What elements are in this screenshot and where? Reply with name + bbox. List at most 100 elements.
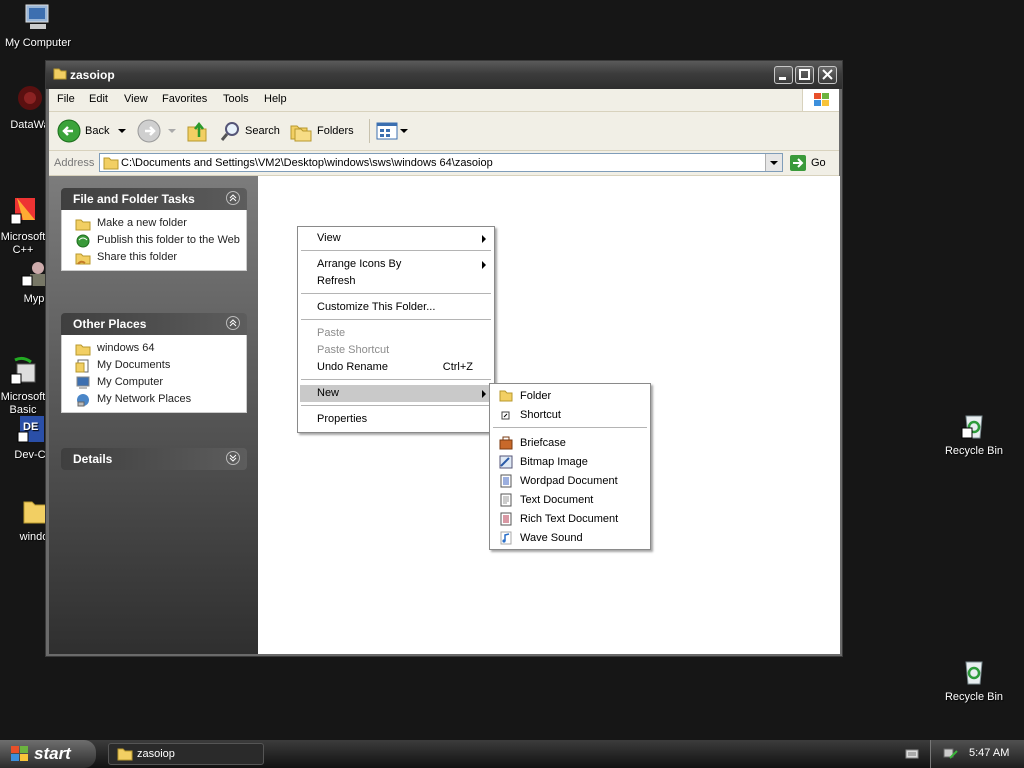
place-label: windows 64 xyxy=(97,342,155,354)
views-button[interactable] xyxy=(375,119,409,143)
minimize-icon xyxy=(779,77,786,80)
new-wordpad-item[interactable]: Wordpad Document xyxy=(492,472,648,490)
go-arrow-icon xyxy=(790,155,806,171)
panel-title: Details xyxy=(73,452,113,466)
place-windows-64[interactable]: windows 64 xyxy=(62,340,246,357)
place-my-documents[interactable]: My Documents xyxy=(62,357,246,374)
chevron-down-icon[interactable] xyxy=(399,127,409,135)
menu-file[interactable]: File xyxy=(57,93,75,105)
chevron-up-icon[interactable] xyxy=(226,316,240,330)
briefcase-icon xyxy=(499,436,513,450)
folders-icon xyxy=(290,125,312,142)
ctx-view[interactable]: View xyxy=(300,230,492,247)
address-dropdown-button[interactable] xyxy=(765,154,782,171)
ctx-label: Customize This Folder... xyxy=(317,301,436,313)
submenu-arrow-icon xyxy=(482,261,486,269)
folders-button[interactable]: Folders xyxy=(289,119,354,143)
context-menu: View Arrange Icons By Refresh Customize … xyxy=(297,226,495,433)
svg-text:DE: DE xyxy=(23,421,38,433)
chevron-down-icon[interactable] xyxy=(226,451,240,465)
search-label: Search xyxy=(245,125,280,137)
clock[interactable]: 5:47 AM xyxy=(969,747,1009,759)
ctx-arrange-icons[interactable]: Arrange Icons By xyxy=(300,256,492,273)
system-tray: 5:47 AM xyxy=(930,740,1024,768)
wordpad-document-icon xyxy=(500,474,512,488)
views-icon xyxy=(376,122,398,140)
new-text-item[interactable]: Text Document xyxy=(492,491,648,509)
panel-header[interactable]: Details xyxy=(61,448,247,470)
details-panel: Details xyxy=(61,448,247,470)
panel-header[interactable]: Other Places xyxy=(61,313,247,335)
title-bar[interactable]: zasoiop xyxy=(46,61,842,89)
back-label: Back xyxy=(85,125,110,137)
place-my-computer[interactable]: My Computer xyxy=(62,374,246,391)
panel-header[interactable]: File and Folder Tasks xyxy=(61,188,247,210)
new-folder-item[interactable]: Folder xyxy=(492,387,648,405)
maximize-button[interactable] xyxy=(795,66,814,84)
back-button[interactable]: Back xyxy=(57,119,129,143)
task-share-folder[interactable]: Share this folder xyxy=(62,249,246,266)
task-make-new-folder[interactable]: Make a new folder xyxy=(62,215,246,232)
chevron-down-icon xyxy=(770,161,778,165)
new-folder-icon xyxy=(75,219,91,231)
start-button[interactable]: start xyxy=(0,740,96,768)
menu-tools[interactable]: Tools xyxy=(223,93,249,105)
chevron-up-icon[interactable] xyxy=(226,191,240,205)
submenu-label: Folder xyxy=(520,390,552,402)
network-tray-icon[interactable] xyxy=(943,746,959,762)
new-shortcut-item[interactable]: Shortcut xyxy=(492,406,648,424)
menu-bar: File Edit View Favorites Tools Help xyxy=(49,89,839,112)
taskbar-item-zasoiop[interactable]: zasoiop xyxy=(108,743,264,765)
recycle-bin-icon xyxy=(958,656,990,688)
address-input[interactable]: C:\Documents and Settings\VM2\Desktop\wi… xyxy=(99,153,783,172)
ctx-properties[interactable]: Properties xyxy=(300,411,492,428)
desktop-icon-label: Recycle Bin xyxy=(944,445,1004,457)
up-folder-button[interactable] xyxy=(185,119,209,143)
new-wave-item[interactable]: Wave Sound xyxy=(492,529,648,547)
ctx-label: Paste xyxy=(317,327,346,339)
ctx-label: Paste Shortcut xyxy=(317,344,390,356)
back-arrow-icon xyxy=(57,119,81,143)
menu-help[interactable]: Help xyxy=(264,93,287,105)
close-button[interactable] xyxy=(818,66,837,84)
chevron-down-icon[interactable] xyxy=(165,127,179,135)
place-my-network-places[interactable]: My Network Places xyxy=(62,391,246,408)
microsoft-basic-icon xyxy=(7,344,39,385)
ctx-customize-folder[interactable]: Customize This Folder... xyxy=(300,299,492,316)
new-bitmap-item[interactable]: Bitmap Image xyxy=(492,453,648,471)
task-publish-folder[interactable]: Publish this folder to the Web xyxy=(62,232,246,249)
keyboard-icon[interactable] xyxy=(905,748,919,760)
desktop-icon-my-computer[interactable]: My Computer xyxy=(0,2,76,50)
desktop-icon-recycle-bin[interactable]: Recycle Bin xyxy=(936,656,1012,704)
desktop-icon-recycle-bin[interactable]: Recycle Bin xyxy=(936,410,1012,458)
folder-icon xyxy=(75,344,91,356)
folder-icon xyxy=(499,390,513,402)
new-briefcase-item[interactable]: Briefcase xyxy=(492,434,648,452)
new-rtf-item[interactable]: Rich Text Document xyxy=(492,510,648,528)
submenu-label: Briefcase xyxy=(520,437,566,449)
address-label: Address xyxy=(54,157,95,169)
file-folder-tasks-panel: File and Folder Tasks Make a new folder … xyxy=(61,188,247,271)
bitmap-image-icon xyxy=(499,455,513,469)
taskbar-item-label: zasoiop xyxy=(137,748,175,760)
ctx-refresh[interactable]: Refresh xyxy=(300,273,492,290)
globe-icon xyxy=(76,234,90,248)
menu-favorites[interactable]: Favorites xyxy=(162,93,207,105)
windows-flag-icon xyxy=(11,746,28,761)
address-path: C:\Documents and Settings\VM2\Desktop\wi… xyxy=(121,157,493,169)
menu-view[interactable]: View xyxy=(124,93,148,105)
other-places-panel: Other Places windows 64 My Documents My … xyxy=(61,313,247,413)
forward-button[interactable] xyxy=(137,119,179,143)
minimize-button[interactable] xyxy=(774,66,793,84)
datawarehouse-icon xyxy=(14,84,46,116)
ctx-new[interactable]: New xyxy=(300,385,492,402)
go-button[interactable]: Go xyxy=(789,154,826,172)
my-documents-icon xyxy=(75,359,89,373)
ctx-undo-rename[interactable]: Undo Rename Ctrl+Z xyxy=(300,359,492,376)
ctx-paste-shortcut: Paste Shortcut xyxy=(300,342,492,359)
chevron-down-icon[interactable] xyxy=(115,127,129,135)
search-icon xyxy=(220,122,239,141)
search-button[interactable]: Search xyxy=(219,119,280,143)
menu-edit[interactable]: Edit xyxy=(89,93,108,105)
place-label: My Network Places xyxy=(97,393,192,405)
